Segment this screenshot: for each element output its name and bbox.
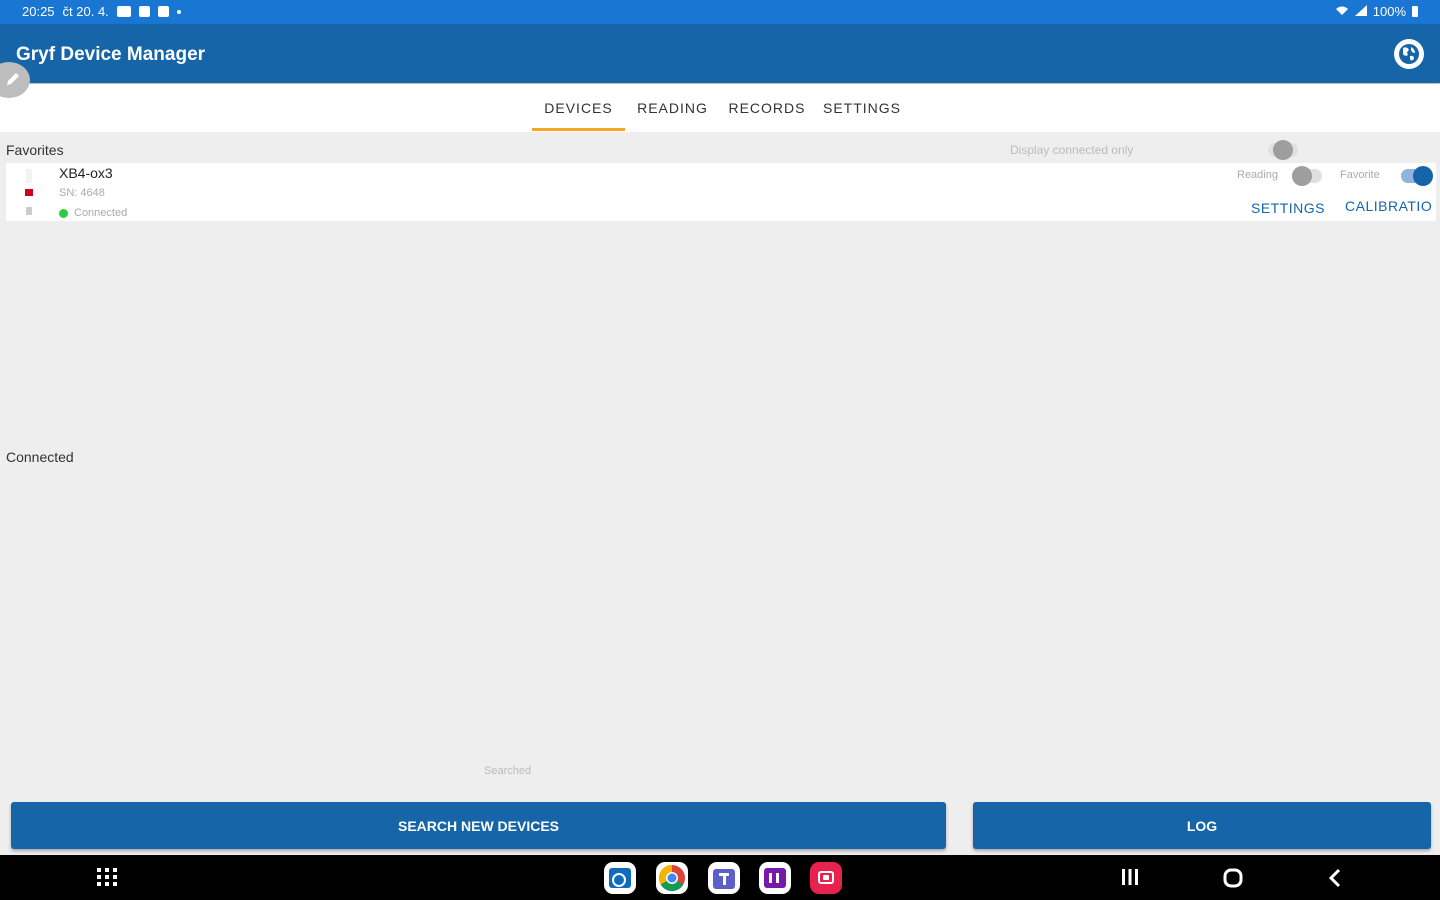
favorite-label: Favorite: [1340, 169, 1380, 181]
favorite-toggle[interactable]: [1401, 166, 1433, 186]
status-time: 20:25: [22, 4, 55, 19]
globe-icon[interactable]: [1394, 39, 1424, 69]
status-dot: [59, 208, 68, 218]
device-settings-button[interactable]: SETTINGS: [1251, 200, 1325, 216]
onenote-icon[interactable]: [759, 862, 791, 894]
device-serial: SN: 4648: [59, 187, 105, 199]
favorites-label: Favorites: [6, 142, 64, 158]
reading-toggle[interactable]: [1292, 166, 1322, 186]
tab-records[interactable]: RECORDS: [722, 100, 812, 116]
display-connected-toggle[interactable]: [1268, 140, 1298, 160]
cloud-notification-icon: [138, 6, 150, 17]
device-name: XB4-ox3: [59, 165, 113, 181]
outlook-icon[interactable]: [604, 862, 636, 894]
searched-label: Searched: [484, 765, 532, 777]
device-calibration-button[interactable]: CALIBRATIO: [1345, 198, 1432, 214]
recent-apps-icon[interactable]: [1121, 869, 1139, 890]
signal-icon: [1354, 4, 1367, 19]
status-bar: 20:25 čt 20. 4. 100%: [0, 0, 1440, 24]
status-date: čt 20. 4.: [62, 4, 109, 19]
teams-icon[interactable]: [708, 862, 740, 894]
app-bar: Gryf Device Manager: [0, 24, 1440, 83]
reading-label: Reading: [1237, 169, 1278, 181]
display-connected-label: Display connected only: [1010, 143, 1134, 157]
log-button[interactable]: LOG: [973, 802, 1431, 849]
connected-label: Connected: [6, 449, 74, 465]
home-icon[interactable]: [1223, 868, 1243, 893]
app-title: Gryf Device Manager: [16, 44, 206, 65]
tab-reading[interactable]: READING: [630, 100, 715, 116]
tab-settings[interactable]: SETTINGS: [817, 100, 907, 116]
pencil-icon: [7, 73, 19, 85]
search-new-devices-button[interactable]: SEARCH NEW DEVICES: [11, 802, 946, 849]
tab-bar: DEVICES READING RECORDS SETTINGS: [0, 84, 1440, 132]
tab-devices[interactable]: DEVICES: [532, 100, 625, 116]
device-icon: [20, 165, 38, 219]
youtube-notification-icon: [116, 6, 131, 17]
screen-recorder-icon[interactable]: [810, 862, 842, 894]
chrome-icon[interactable]: [656, 862, 688, 894]
battery-percent: 100%: [1372, 4, 1406, 19]
wifi-icon: [1335, 4, 1349, 19]
back-icon[interactable]: [1328, 868, 1342, 893]
device-card[interactable]: XB4-ox3 SN: 4648 Connected Reading Favor…: [6, 163, 1436, 221]
mail-notification-icon: [157, 6, 169, 17]
device-status: Connected: [59, 207, 127, 219]
more-notifications-icon: [176, 9, 181, 14]
app-drawer-icon[interactable]: [97, 868, 117, 891]
tab-indicator: [532, 128, 625, 131]
device-status-text: Connected: [74, 207, 128, 219]
battery-icon: [1412, 6, 1418, 17]
